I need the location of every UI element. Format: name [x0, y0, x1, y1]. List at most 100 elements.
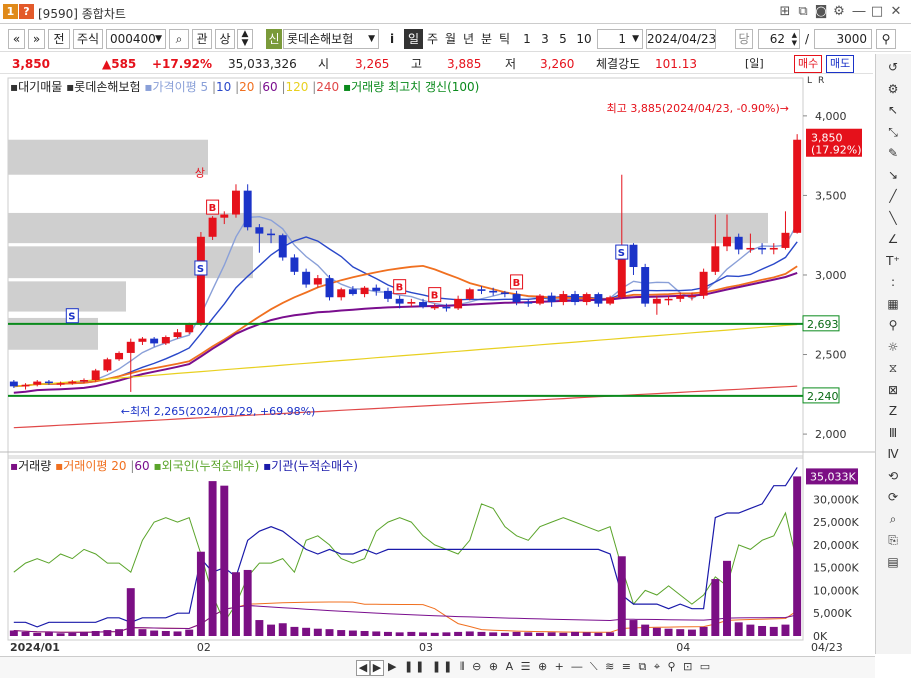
sidebar-tool-icon[interactable]: ↘ — [883, 166, 903, 184]
supply-zone-bar — [8, 139, 208, 175]
volume-bar — [150, 630, 159, 636]
period-minute-tab[interactable]: 분 — [478, 29, 495, 49]
bar-count-input[interactable]: 62 ▲ ▼ — [758, 29, 800, 49]
volume-bar — [746, 624, 755, 636]
volume-bar — [524, 632, 533, 636]
sidebar-tool-icon[interactable]: ☼ — [883, 338, 903, 356]
period-day-tab[interactable]: 일 — [404, 29, 423, 49]
date-axis-label: 02 — [197, 641, 211, 654]
count-select[interactable]: 1 ▼ — [597, 29, 643, 49]
nav-next-button[interactable]: » — [28, 29, 45, 49]
sidebar-tool-icon[interactable]: ▦ — [883, 295, 903, 313]
max-count-input[interactable]: 3000 — [814, 29, 872, 49]
sidebar-tool-icon[interactable]: T⁺ — [883, 252, 903, 270]
volume-bar — [278, 623, 287, 636]
sidebar-tool-icon[interactable]: ⧖ — [883, 359, 903, 377]
volume-bar — [769, 626, 778, 636]
buy-button[interactable]: 매수 — [794, 55, 823, 73]
pin-icon[interactable]: ⊞ — [776, 3, 794, 21]
sidebar-tool-icon[interactable]: ⟳ — [883, 488, 903, 506]
volume-axis-label: 5,000K — [813, 607, 852, 620]
mult-1-button[interactable]: 1 — [519, 29, 535, 49]
sidebar-tool-icon[interactable]: ✎ — [883, 144, 903, 162]
sidebar-tool-icon[interactable]: ↖ — [883, 101, 903, 119]
candle-body — [746, 247, 755, 250]
date-button[interactable]: 당 — [735, 29, 753, 49]
spinner-icon[interactable]: ▲ ▼ — [237, 29, 253, 49]
high-label: 고 — [411, 57, 423, 71]
scroll-left-button[interactable]: ◀ — [356, 660, 370, 676]
volume-bar — [465, 631, 474, 636]
sidebar-tool-icon[interactable]: ⊠ — [883, 381, 903, 399]
minimize-icon[interactable]: ― — [850, 3, 868, 21]
candle-body — [243, 190, 252, 228]
candle-body — [126, 341, 135, 353]
candle-body — [161, 337, 170, 344]
volume-bar — [512, 631, 521, 636]
up-button[interactable]: 상 — [215, 29, 235, 49]
candle-body — [465, 289, 474, 299]
mult-10-button[interactable]: 10 — [574, 29, 594, 49]
date-input[interactable]: 2024/04/23 — [646, 29, 716, 49]
period-tick-tab[interactable]: 틱 — [496, 29, 513, 49]
date-axis-label: 2024/01 — [10, 641, 60, 654]
candle-body — [793, 139, 802, 233]
mult-5-button[interactable]: 5 — [555, 29, 571, 49]
sidebar-tool-icon[interactable]: ⟲ — [883, 467, 903, 485]
sidebar-tool-icon[interactable]: ╱ — [883, 187, 903, 205]
settings-icon[interactable]: ⚙ — [830, 3, 848, 21]
volume-bar — [535, 632, 544, 636]
line-price-label: 2,240 — [807, 390, 839, 403]
period-week-tab[interactable]: 주 — [424, 29, 441, 49]
volume-bar — [196, 551, 205, 636]
help-icon[interactable]: ? — [19, 4, 34, 19]
search-icon[interactable]: ⌕ — [169, 29, 189, 49]
sidebar-tool-icon[interactable]: ⎘ — [883, 531, 903, 549]
copy-icon[interactable]: ⧉ — [794, 3, 812, 21]
sidebar-tool-icon[interactable]: ↺ — [883, 58, 903, 76]
maximize-icon[interactable]: □ — [868, 3, 886, 21]
sidebar-tool-icon[interactable]: ╲ — [883, 209, 903, 227]
camera-icon[interactable]: ◙ — [812, 3, 830, 21]
sidebar-tool-icon[interactable]: Ⅲ — [883, 424, 903, 442]
sidebar-tool-icon[interactable]: Z — [883, 402, 903, 420]
volume-bar — [582, 632, 591, 636]
sidebar-tool-icon[interactable]: ▤ — [883, 553, 903, 571]
chart-area[interactable]: 4,000 3,500 3,000 2,500 2,000 30,000K 25,000K 2… — [0, 74, 875, 656]
volume-bar — [325, 629, 334, 636]
title-bar: 1 ? [9590] 종합차트 ⊞ ⧉ ◙ ⚙ ― □ ✕ — [0, 0, 911, 24]
period-year-tab[interactable]: 년 — [460, 29, 477, 49]
stock-name-field[interactable]: 롯데손해보험 ▼ — [283, 29, 379, 49]
mult-3-button[interactable]: 3 — [537, 29, 553, 49]
sidebar-tool-icon[interactable]: ⤡ — [883, 123, 903, 141]
sidebar-tool-icon[interactable]: Ⅳ — [883, 445, 903, 463]
volume-bar — [115, 629, 124, 636]
change-pct: +17.92% — [152, 57, 213, 71]
sidebar-tool-icon[interactable]: ꞉ — [883, 273, 903, 291]
sidebar-tool-icon[interactable]: ⚙ — [883, 80, 903, 98]
stock-code-input[interactable]: 000400 ▼ — [106, 29, 166, 49]
period-month-tab[interactable]: 월 — [442, 29, 459, 49]
candle-body — [91, 370, 100, 380]
volume-bar — [547, 632, 556, 636]
candle-body — [290, 257, 299, 272]
sidebar-tool-icon[interactable]: ⚲ — [883, 316, 903, 334]
low-value: 3,260 — [540, 57, 575, 71]
candle-body — [103, 359, 112, 371]
scroll-right-button[interactable]: ▶ — [370, 660, 384, 676]
zoom-icon[interactable]: ⚲ — [876, 29, 896, 49]
volume-bar — [629, 620, 638, 636]
sidebar-tool-icon[interactable]: ∠ — [883, 230, 903, 248]
info-button[interactable]: i — [385, 29, 399, 49]
nav-prev-button[interactable]: « — [8, 29, 25, 49]
sell-button[interactable]: 매도 — [826, 55, 855, 73]
candle-body — [641, 267, 650, 304]
market-select[interactable]: 주식 — [73, 29, 103, 49]
close-icon[interactable]: ✕ — [887, 3, 905, 21]
candle-body — [687, 295, 696, 298]
related-button[interactable]: 관 — [192, 29, 212, 49]
all-tab-button[interactable]: 전 — [48, 29, 70, 49]
chart-tools[interactable]: ▶ ❚❚ ❚❚ ⦀ ⊖ ⊕ A ☰ ⊕ + ― ⟍ ≋ ≡ ⧉ ⌖ ⚲ ⊡ ▭ — [388, 660, 712, 674]
sidebar-tool-icon[interactable]: ⌕ — [883, 510, 903, 528]
candle-body — [9, 381, 18, 387]
